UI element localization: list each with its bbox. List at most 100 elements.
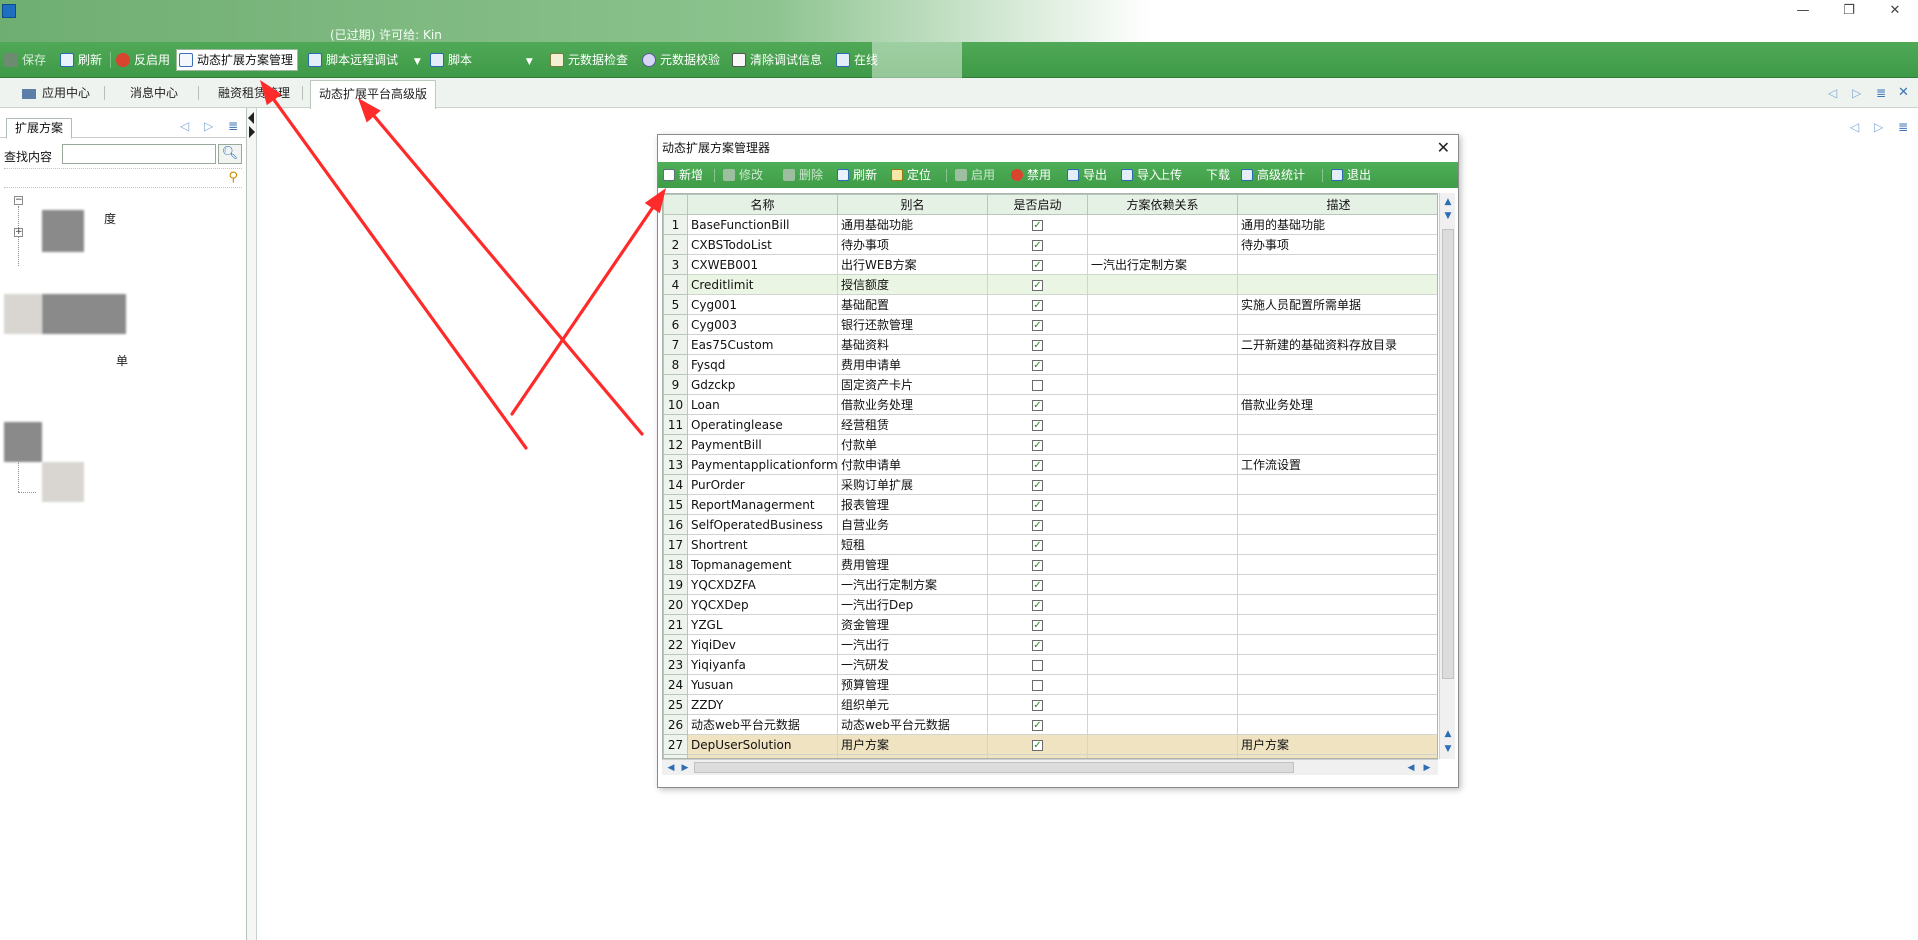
cell-enabled[interactable]: ✓ bbox=[987, 614, 1088, 635]
tab-message-center[interactable]: 消息中心 bbox=[122, 78, 186, 108]
cell-alias[interactable]: 一汽出行Dep bbox=[837, 594, 988, 615]
enabled-checkbox[interactable]: ✓ bbox=[1032, 479, 1043, 491]
cell-alias[interactable]: 固定资产卡片 bbox=[837, 374, 988, 395]
table-row[interactable]: 19 YQCXDZFA 一汽出行定制方案 ✓ bbox=[663, 574, 1437, 595]
cell-description[interactable]: 借款业务处理 bbox=[1237, 394, 1437, 415]
cell-description[interactable] bbox=[1237, 614, 1437, 635]
table-row[interactable]: 16 SelfOperatedBusiness 自营业务 ✓ bbox=[663, 514, 1437, 535]
enabled-checkbox[interactable]: ✓ bbox=[1032, 299, 1043, 311]
cell-alias[interactable]: 动态web平台元数据 bbox=[837, 714, 988, 735]
tab-finance-lease[interactable]: 融资租赁管理 bbox=[210, 78, 298, 108]
search-input[interactable] bbox=[62, 144, 216, 164]
cell-alias[interactable]: 一汽出行定制方案 bbox=[837, 574, 988, 595]
enabled-checkbox[interactable]: ✓ bbox=[1032, 639, 1043, 651]
enabled-checkbox[interactable]: ✓ bbox=[1032, 739, 1043, 751]
cell-name[interactable]: Topmanagement bbox=[687, 554, 838, 575]
cell-alias[interactable]: 自营业务 bbox=[837, 514, 988, 535]
enabled-checkbox[interactable] bbox=[1032, 379, 1043, 391]
cell-enabled[interactable]: ✓ bbox=[987, 314, 1088, 335]
cell-enabled[interactable] bbox=[987, 374, 1088, 395]
cell-dependency[interactable]: 一汽出行定制方案 bbox=[1087, 254, 1238, 275]
cell-name[interactable]: YQCXDZFA bbox=[687, 574, 838, 595]
cell-description[interactable] bbox=[1237, 714, 1437, 735]
cell-name[interactable]: Paymentapplicationform bbox=[687, 454, 838, 475]
cell-enabled[interactable]: ✓ bbox=[987, 254, 1088, 275]
scrollbar-thumb[interactable] bbox=[694, 762, 1294, 773]
table-row[interactable]: 21 YZGL 资金管理 ✓ bbox=[663, 614, 1437, 635]
panel-list-icon[interactable]: ≣ bbox=[228, 119, 238, 133]
statistics-button[interactable]: 高级统计 bbox=[1240, 166, 1305, 184]
cell-enabled[interactable]: ✓ bbox=[987, 214, 1088, 235]
cell-description[interactable]: 待办事项 bbox=[1237, 234, 1437, 255]
cell-name[interactable]: PurOrder bbox=[687, 474, 838, 495]
cell-dependency[interactable] bbox=[1087, 374, 1238, 395]
cell-alias[interactable]: 付款单 bbox=[837, 434, 988, 455]
cell-alias[interactable]: 采购订单扩展 bbox=[837, 474, 988, 495]
scroll-left-icon[interactable]: ◀ bbox=[664, 761, 678, 775]
cell-alias[interactable]: 授信额度 bbox=[837, 274, 988, 295]
cell-description[interactable] bbox=[1237, 694, 1437, 715]
cell-description[interactable] bbox=[1237, 414, 1437, 435]
cell-enabled[interactable]: ✓ bbox=[987, 354, 1088, 375]
cell-name[interactable]: Gdzckp bbox=[687, 374, 838, 395]
cell-name[interactable]: Creditlimit bbox=[687, 274, 838, 295]
enabled-checkbox[interactable]: ✓ bbox=[1032, 259, 1043, 271]
cell-dependency[interactable] bbox=[1087, 294, 1238, 315]
cell-description[interactable]: 通用的基础功能 bbox=[1237, 214, 1437, 235]
cell-enabled[interactable]: ✓ bbox=[987, 734, 1088, 755]
table-row[interactable]: 5 Cyg001 基础配置 ✓ 实施人员配置所需单据 bbox=[663, 294, 1437, 315]
cell-enabled[interactable]: ✓ bbox=[987, 634, 1088, 655]
table-row[interactable]: 9 Gdzckp 固定资产卡片 bbox=[663, 374, 1437, 395]
cell-name[interactable]: DepUserSolution bbox=[687, 734, 838, 755]
cell-enabled[interactable]: ✓ bbox=[987, 394, 1088, 415]
cell-dependency[interactable] bbox=[1087, 574, 1238, 595]
cell-name[interactable]: BaseFunctionBill bbox=[687, 214, 838, 235]
cell-alias[interactable]: 报表管理 bbox=[837, 494, 988, 515]
enabled-checkbox[interactable]: ✓ bbox=[1032, 579, 1043, 591]
cell-alias[interactable]: 资金管理 bbox=[837, 614, 988, 635]
cell-description[interactable] bbox=[1237, 434, 1437, 455]
enabled-checkbox[interactable]: ✓ bbox=[1032, 459, 1043, 471]
enabled-checkbox[interactable]: ✓ bbox=[1032, 339, 1043, 351]
cell-alias[interactable]: 基础资料 bbox=[837, 334, 988, 355]
cell-description[interactable] bbox=[1237, 514, 1437, 535]
cell-dependency[interactable] bbox=[1087, 534, 1238, 555]
cell-enabled[interactable]: ✓ bbox=[987, 494, 1088, 515]
cell-alias[interactable]: 付款申请单 bbox=[837, 454, 988, 475]
table-row[interactable]: 6 Cyg003 银行还款管理 ✓ bbox=[663, 314, 1437, 335]
cell-enabled[interactable]: ✓ bbox=[987, 514, 1088, 535]
new-button[interactable]: 新增 bbox=[662, 166, 703, 184]
cell-dependency[interactable] bbox=[1087, 434, 1238, 455]
cell-name[interactable]: Yiqiyanfa bbox=[687, 654, 838, 675]
cell-description[interactable] bbox=[1237, 274, 1437, 295]
cell-dependency[interactable] bbox=[1087, 214, 1238, 235]
scroll-right-icon[interactable]: ▶ bbox=[678, 761, 692, 775]
cell-name[interactable]: ReportManagerment bbox=[687, 494, 838, 515]
save-button[interactable]: 保存 bbox=[2, 50, 46, 70]
edit-button[interactable]: 修改 bbox=[722, 166, 763, 184]
disable-button[interactable]: 反启用 bbox=[114, 50, 170, 70]
cell-enabled[interactable]: ✓ bbox=[987, 594, 1088, 615]
scheme-manager-button[interactable]: 动态扩展方案管理 bbox=[176, 49, 299, 71]
tab-list-icon[interactable]: ≣ bbox=[1876, 86, 1886, 100]
enabled-checkbox[interactable]: ✓ bbox=[1032, 499, 1043, 511]
search-button[interactable]: 🔍︎ bbox=[218, 144, 242, 164]
script-button[interactable]: 脚本 ▼ bbox=[428, 50, 533, 70]
cell-description[interactable]: 用户方案 bbox=[1237, 734, 1437, 755]
cell-alias[interactable]: 出行WEB方案 bbox=[837, 254, 988, 275]
table-row[interactable]: 18 Topmanagement 费用管理 ✓ bbox=[663, 554, 1437, 575]
cell-description[interactable] bbox=[1237, 574, 1437, 595]
enabled-checkbox[interactable]: ✓ bbox=[1032, 359, 1043, 371]
cell-dependency[interactable] bbox=[1087, 514, 1238, 535]
tab-dynamic-extension-platform[interactable]: 动态扩展平台高级版 bbox=[310, 80, 437, 109]
cell-enabled[interactable]: ✓ bbox=[987, 274, 1088, 295]
cell-name[interactable]: YiqiDev bbox=[687, 634, 838, 655]
refresh-button[interactable]: 刷新 bbox=[836, 166, 877, 184]
enable-button[interactable]: 启用 bbox=[954, 166, 995, 184]
panel-splitter[interactable] bbox=[247, 108, 257, 940]
vertical-scrollbar[interactable]: ▲ ▼ ▲ ▼ bbox=[1439, 193, 1455, 759]
upload-button[interactable]: 上传 bbox=[1158, 166, 1182, 184]
enabled-checkbox[interactable]: ✓ bbox=[1032, 279, 1043, 291]
cell-enabled[interactable]: ✓ bbox=[987, 414, 1088, 435]
column-header-description[interactable]: 描述 bbox=[1237, 194, 1437, 215]
